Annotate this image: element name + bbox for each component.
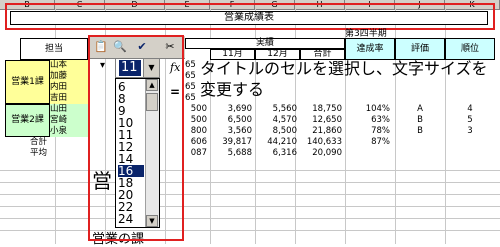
- name-cell[interactable]: 吉田: [50, 93, 90, 104]
- partial-cell[interactable]: 65: [185, 93, 196, 104]
- gridline: [0, 206, 500, 207]
- header-rate[interactable]: 達成率: [345, 38, 395, 60]
- header-eval[interactable]: 評価: [395, 38, 445, 60]
- header-rank[interactable]: 順位: [445, 38, 495, 60]
- data-cell[interactable]: A: [395, 104, 445, 115]
- gridline: [0, 194, 500, 195]
- data-cell[interactable]: 3: [445, 126, 495, 137]
- name-cell[interactable]: 内田: [50, 82, 90, 93]
- data-cell[interactable]: 18,750: [300, 104, 342, 115]
- summary-total-label[interactable]: 合計: [30, 137, 60, 148]
- summary-cell[interactable]: 39,817: [210, 137, 252, 148]
- partial-cell[interactable]: 65: [185, 60, 196, 71]
- name-cell[interactable]: 山田: [50, 104, 90, 115]
- summary-cell[interactable]: 6,316: [255, 148, 297, 159]
- partial-cell[interactable]: 65: [185, 71, 196, 82]
- data-cell[interactable]: 104%: [345, 104, 390, 115]
- data-cell[interactable]: 500: [185, 115, 207, 126]
- summary-cell[interactable]: 87%: [345, 137, 390, 148]
- data-cell[interactable]: 3,690: [210, 104, 252, 115]
- summary-avg-label[interactable]: 平均: [30, 148, 60, 159]
- name-cell[interactable]: 小泉: [50, 126, 90, 137]
- data-cell[interactable]: 800: [185, 126, 207, 137]
- name-cell[interactable]: 宮崎: [50, 115, 90, 126]
- data-cell[interactable]: 5: [445, 115, 495, 126]
- header-tanto[interactable]: 担当: [20, 38, 88, 60]
- gridline: [0, 230, 500, 231]
- callout-outline: [88, 35, 184, 241]
- partial-cell[interactable]: 65: [185, 82, 196, 93]
- data-cell[interactable]: 12,650: [300, 115, 342, 126]
- title-highlight-outline: [5, 3, 495, 30]
- data-cell[interactable]: 6,500: [210, 115, 252, 126]
- group-1-label[interactable]: 営業1課: [5, 60, 50, 104]
- data-cell[interactable]: 4: [445, 104, 495, 115]
- data-cell[interactable]: 21,860: [300, 126, 342, 137]
- data-cell[interactable]: 5,560: [255, 104, 297, 115]
- data-cell[interactable]: 8,500: [255, 126, 297, 137]
- data-cell[interactable]: B: [395, 126, 445, 137]
- name-cell[interactable]: 山本: [50, 60, 90, 71]
- name-cell[interactable]: 加藤: [50, 71, 90, 82]
- group-2-label[interactable]: 営業2課: [5, 104, 50, 137]
- data-cell[interactable]: 3,560: [210, 126, 252, 137]
- summary-cell[interactable]: 5,688: [210, 148, 252, 159]
- summary-cell[interactable]: 087: [185, 148, 207, 159]
- summary-cell[interactable]: 44,210: [255, 137, 297, 148]
- summary-cell[interactable]: 606: [185, 137, 207, 148]
- data-cell[interactable]: 4,570: [255, 115, 297, 126]
- data-cell[interactable]: 500: [185, 104, 207, 115]
- gridline: [0, 182, 500, 183]
- gridline: [0, 170, 500, 171]
- instruction-text: タイトルのセルを選択し、文字サイズを変更する: [200, 59, 488, 99]
- data-cell[interactable]: 63%: [345, 115, 390, 126]
- summary-cell[interactable]: 140,633: [300, 137, 342, 148]
- header-jisseki[interactable]: 実績: [185, 38, 345, 49]
- summary-cell[interactable]: 20,090: [300, 148, 342, 159]
- gridline: [0, 218, 500, 219]
- data-cell[interactable]: B: [395, 115, 445, 126]
- data-cell[interactable]: 78%: [345, 126, 390, 137]
